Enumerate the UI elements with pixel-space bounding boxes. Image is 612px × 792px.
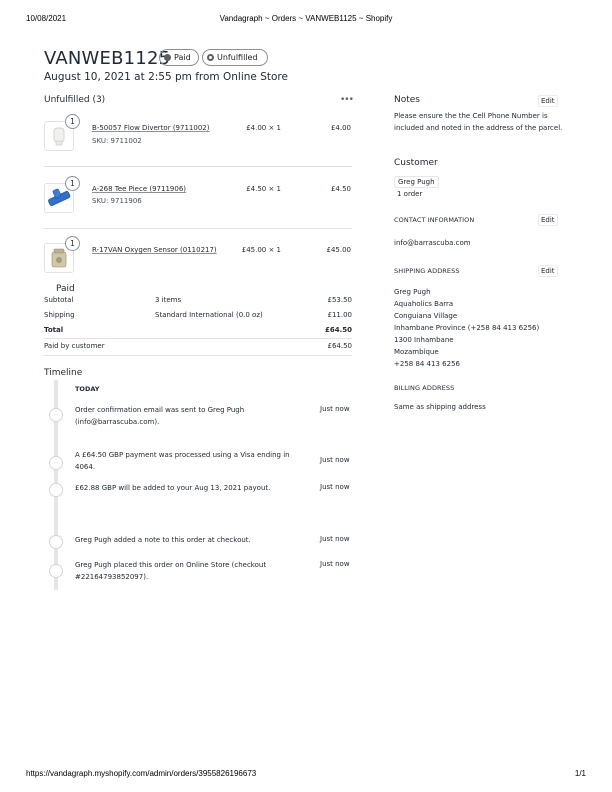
- unfulfilled-title: Unfulfilled (3): [44, 95, 106, 105]
- contact-edit-button[interactable]: Edit: [538, 214, 558, 226]
- customer-name-link[interactable]: Greg Pugh: [394, 176, 439, 188]
- shipping-row: Shipping Standard International (0.0 oz)…: [44, 311, 352, 323]
- notes-title: Notes: [394, 95, 420, 105]
- page-number: 1/1: [574, 769, 586, 778]
- shipping-edit-button[interactable]: Edit: [538, 265, 558, 277]
- shipping-address-heading: SHIPPING ADDRESS: [394, 267, 460, 275]
- shipping-address: Greg Pugh Aquaholics Barra Conguiana Vil…: [394, 286, 539, 370]
- item-name-link[interactable]: R-17VAN Oxygen Sensor (0110217): [92, 246, 217, 254]
- row-detail: 3 items: [155, 296, 182, 304]
- print-url: https://vandagraph.myshopify.com/admin/o…: [26, 769, 257, 778]
- address-line: Mozambique: [394, 348, 439, 356]
- item-quantity-badge: 1: [65, 114, 80, 129]
- paid-title: Paid: [56, 284, 75, 294]
- item-name-link[interactable]: B-50057 Flow Divertor (9711002): [92, 124, 209, 132]
- row-amount: £11.00: [327, 311, 353, 319]
- notes-text: Please ensure the the Cell Phone Number …: [394, 112, 563, 132]
- timeline-event: A £64.50 GBP payment was processed using…: [75, 451, 290, 471]
- timeline-day-label: TODAY: [75, 385, 100, 393]
- timeline-time: Just now: [320, 483, 350, 491]
- customer-email[interactable]: info@barrascuba.com: [394, 237, 471, 249]
- item-quantity-badge: 1: [65, 236, 80, 251]
- billing-address-heading: BILLING ADDRESS: [394, 384, 455, 392]
- timeline-event: £62.88 GBP will be added to your Aug 13,…: [75, 484, 271, 492]
- item-price: £4.50 × 1: [246, 185, 281, 193]
- row-label: Shipping: [44, 311, 75, 319]
- timeline-time: Just now: [320, 456, 350, 464]
- timeline-event[interactable]: Greg Pugh added a note to this order at …: [75, 535, 300, 547]
- divider: [44, 338, 352, 339]
- timeline-dot-icon: [49, 483, 63, 497]
- contact-info-heading: CONTACT INFORMATION: [394, 216, 475, 224]
- timeline-dot-icon: [49, 564, 63, 578]
- address-line: 1300 Inhambane: [394, 336, 454, 344]
- address-line: Greg Pugh: [394, 288, 431, 296]
- more-actions-icon[interactable]: •••: [340, 95, 354, 105]
- subtotal-row: Subtotal 3 items £53.50: [44, 296, 352, 308]
- address-line: Inhambane Province (+258 84 413 6256): [394, 324, 540, 332]
- address-line: Conguiana Village: [394, 312, 458, 320]
- row-detail: Standard International (0.0 oz): [155, 311, 263, 319]
- row-label: Paid by customer: [44, 342, 105, 350]
- timeline-time: Just now: [320, 405, 350, 413]
- print-footer: https://vandagraph.myshopify.com/admin/o…: [26, 769, 586, 781]
- timeline-dot-icon: [49, 535, 63, 549]
- billing-address-text: Same as shipping address: [394, 403, 486, 411]
- item-sku: SKU: 9711906: [92, 197, 142, 205]
- divider: [44, 166, 352, 167]
- row-amount: £64.50: [327, 342, 353, 350]
- paid-badge-label: Paid: [174, 53, 191, 62]
- item-total: £4.00: [330, 124, 351, 132]
- unfulfilled-ring-icon: [207, 54, 214, 61]
- item-name-link[interactable]: A-268 Tee Piece (9711906): [92, 185, 186, 193]
- unfulfilled-badge-label: Unfulfilled: [217, 53, 258, 62]
- row-label: Total: [44, 326, 64, 334]
- divider: [44, 355, 352, 356]
- timeline-title: Timeline: [44, 368, 83, 378]
- timeline-event: Greg Pugh placed this order on Online St…: [75, 561, 267, 581]
- print-header: 10/08/2021 Vandagraph ~ Orders ~ VANWEB1…: [26, 14, 586, 26]
- paid-badge: Paid: [159, 49, 199, 66]
- timeline-dot-icon: [49, 456, 63, 470]
- divider: [44, 228, 352, 229]
- notes-edit-button[interactable]: Edit: [538, 95, 558, 107]
- item-sku: SKU: 9711002: [92, 137, 142, 145]
- item-total: £4.50: [330, 185, 351, 193]
- item-quantity-badge: 1: [65, 176, 80, 191]
- paid-by-customer-row: Paid by customer £64.50: [44, 342, 352, 354]
- row-amount: £64.50: [324, 326, 352, 334]
- order-number: VANWEB1125: [44, 48, 171, 69]
- item-price: £4.00 × 1: [246, 124, 281, 132]
- timeline-time: Just now: [320, 535, 350, 543]
- timeline-dot-icon: [49, 408, 63, 422]
- item-price: £45.00 × 1: [241, 246, 281, 254]
- print-title: Vandagraph ~ Orders ~ VANWEB1125 ~ Shopi…: [219, 14, 393, 23]
- row-amount: £53.50: [327, 296, 353, 304]
- customer-title: Customer: [394, 158, 438, 168]
- paid-dot-icon: [164, 54, 171, 61]
- unfulfilled-badge: Unfulfilled: [202, 49, 268, 66]
- timeline-time: Just now: [320, 560, 350, 568]
- customer-order-count[interactable]: 1 order: [397, 188, 422, 200]
- total-row: Total £64.50: [44, 326, 352, 338]
- address-line: +258 84 413 6256: [394, 360, 460, 368]
- address-line: Aquaholics Barra: [394, 300, 454, 308]
- timeline-event: Order confirmation email was sent to Gre…: [75, 406, 245, 426]
- order-subtitle: August 10, 2021 at 2:55 pm from Online S…: [44, 71, 288, 83]
- item-total: £45.00: [326, 246, 352, 254]
- row-label: Subtotal: [44, 296, 74, 304]
